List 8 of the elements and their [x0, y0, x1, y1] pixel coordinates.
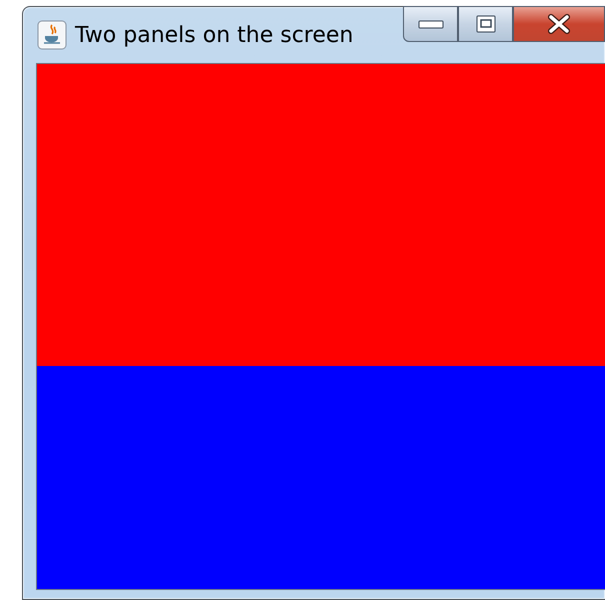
window-title: Two panels on the screen: [75, 22, 354, 50]
close-icon: [546, 14, 572, 34]
maximize-button[interactable]: [458, 6, 513, 42]
close-button[interactable]: [513, 6, 605, 42]
java-cup-icon: [37, 20, 67, 50]
maximize-icon: [476, 15, 496, 33]
minimize-icon: [418, 19, 444, 29]
minimize-button[interactable]: [403, 6, 458, 42]
